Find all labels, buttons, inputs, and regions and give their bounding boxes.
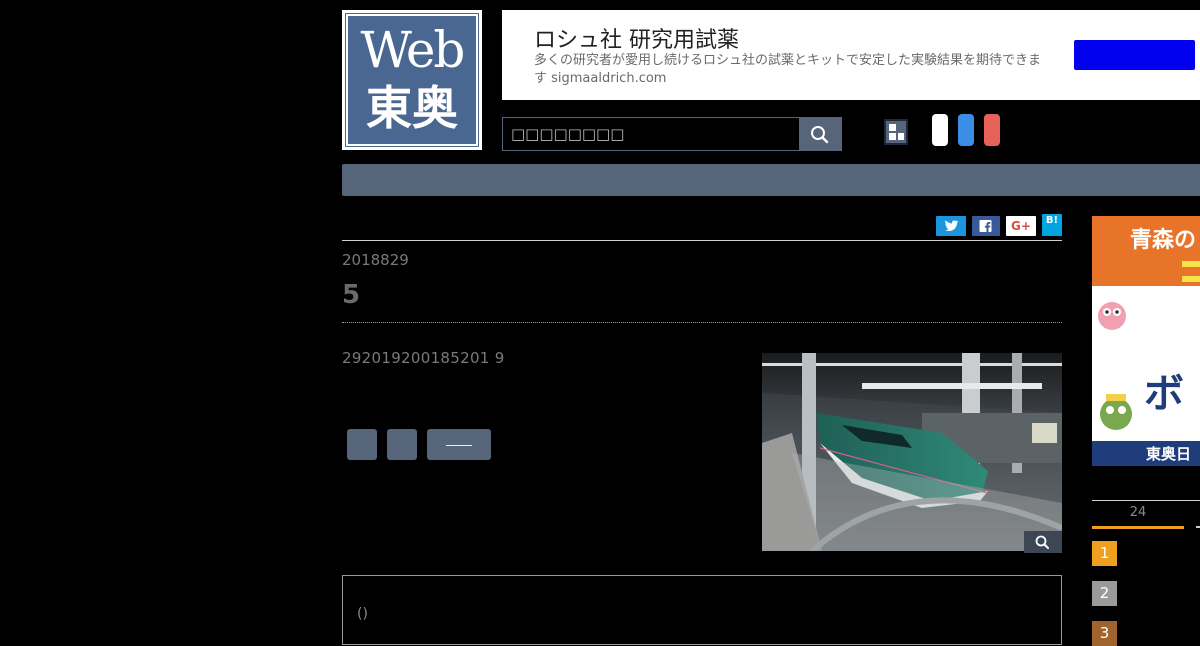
ranking-tab-indicator-2 [1196,526,1200,528]
ad-title: ロシュ社 研究用試薬 [534,28,739,53]
social-link-blue[interactable] [958,114,974,146]
header-ad-banner[interactable]: ロシュ社 研究用試薬 多くの研究者が愛用し続けるロシュ社の試薬とキットで安定した… [502,10,1200,100]
site-logo[interactable]: Web 東奥 [342,10,482,150]
logo-text-web: Web [360,21,466,79]
zoom-icon [1035,535,1049,549]
search-icon [811,126,829,144]
divider [342,240,1062,241]
search-input[interactable] [503,118,799,150]
article-photo[interactable] [762,353,1062,551]
logo-text-toou: 東奥 [366,81,458,135]
hatena-bookmark-button[interactable]: B! [1042,214,1062,236]
photo-zoom-button[interactable] [1024,531,1062,553]
site-search [502,117,842,151]
sidebar-ad-heading: 青森の [1130,228,1197,253]
ad-description: 多くの研究者が愛用し続けるロシュ社の試薬とキットで安定した実験結果を期待できます… [534,53,1042,86]
rank-badge-2: 2 [1092,581,1117,606]
facebook-share-button[interactable] [972,216,1000,236]
box-note: () [357,606,368,622]
article-date: 2018829 [342,251,409,269]
divider-dotted [342,322,1062,323]
article-headline: 5 [342,280,361,310]
sidebar-ad-footer: 東奥日 [1146,445,1192,463]
article-action-button-3[interactable]: —— [427,429,491,460]
article-action-button-1[interactable] [347,429,377,460]
ranking-tab-24h[interactable]: 24 [1092,505,1184,527]
ranking-divider [1092,500,1200,501]
rank-badge-1: 1 [1092,541,1117,566]
sidebar-ad[interactable]: 青森の ボ 東奥日 [1092,216,1200,466]
ad-cta-button[interactable] [1074,40,1195,70]
facebook-icon [979,220,992,232]
logo-box: Web 東奥 [345,13,479,147]
twitter-share-button[interactable] [936,216,966,236]
article-related-box: () [342,575,1062,645]
article-body: 292019200185201 9 [342,349,505,367]
search-button[interactable] [799,118,841,150]
twitter-icon [945,220,959,232]
social-link-red[interactable] [984,114,1000,146]
article-action-button-2[interactable] [387,429,417,460]
rank-badge-3: 3 [1092,621,1117,646]
gplus-share-button[interactable]: G+ [1006,216,1036,236]
shinkansen-train-image [762,353,1062,551]
global-nav-bar[interactable] [342,164,1200,196]
menu-grid-icon[interactable] [884,119,908,145]
social-link-white[interactable] [932,114,948,146]
sidebar-ad-main: ボ [1144,371,1184,417]
ranking-tab-indicator [1092,526,1184,529]
